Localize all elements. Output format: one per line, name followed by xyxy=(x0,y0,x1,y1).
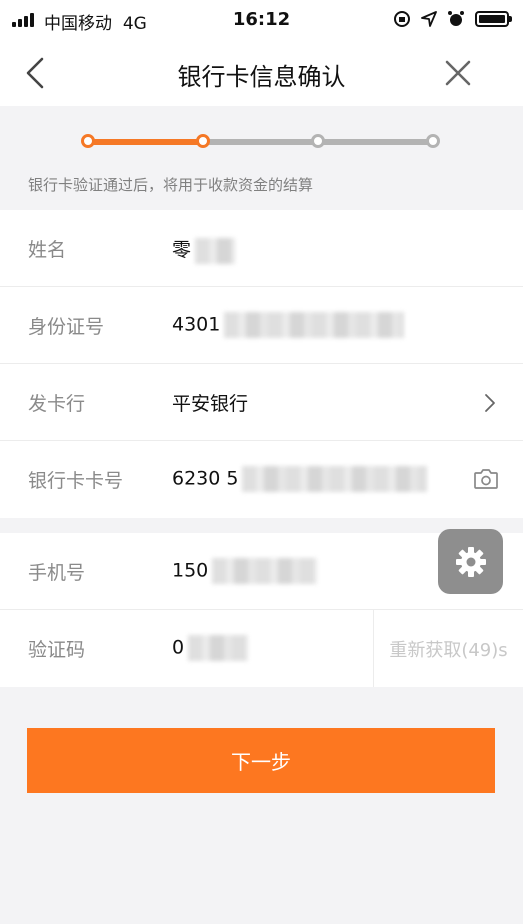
nav-bar: 银行卡信息确认 xyxy=(0,40,523,106)
camera-icon[interactable] xyxy=(473,467,499,491)
row-id-number: 身份证号 4301 xyxy=(0,287,523,364)
id-number-text: 4301 xyxy=(172,313,221,336)
card-number-text: 6230 5 xyxy=(172,467,239,490)
orientation-lock-icon xyxy=(394,11,410,27)
row-issuing-bank[interactable]: 发卡行 平安银行 xyxy=(0,364,523,441)
card-number-label: 银行卡卡号 xyxy=(28,470,124,492)
verify-code-input[interactable]: 0 xyxy=(172,635,249,661)
masked-text xyxy=(242,466,428,492)
name-text: 零 xyxy=(172,239,192,261)
phone-text: 150 xyxy=(172,559,209,582)
progress-hint: 银行卡验证通过后，将用于收款资金的结算 xyxy=(28,176,314,194)
masked-text xyxy=(212,558,318,584)
masked-text xyxy=(195,237,236,264)
step-dot-2 xyxy=(196,134,210,148)
verify-code-text: 0 xyxy=(172,636,185,659)
card-number-value[interactable]: 6230 5 xyxy=(172,466,428,492)
battery-icon xyxy=(475,11,512,27)
status-icons xyxy=(393,10,512,28)
close-icon[interactable] xyxy=(443,58,473,88)
id-number-value: 4301 xyxy=(172,312,405,338)
progress-track xyxy=(88,139,433,145)
gear-icon xyxy=(455,546,486,577)
phone-value[interactable]: 150 xyxy=(172,558,318,584)
location-icon xyxy=(421,11,437,27)
id-number-label: 身份证号 xyxy=(28,316,105,338)
chevron-left-icon[interactable] xyxy=(22,56,52,90)
progress-fill xyxy=(88,139,203,145)
name-label: 姓名 xyxy=(28,239,67,261)
alarm-icon xyxy=(448,11,464,26)
issuing-bank-value: 平安银行 xyxy=(172,393,249,415)
phone-label: 手机号 xyxy=(28,562,86,584)
next-step-button[interactable]: 下一步 xyxy=(27,728,495,793)
form-card-info: 姓名 零 身份证号 4301 发卡行 平安银行 银行卡卡号 6230 5 xyxy=(0,210,523,518)
row-verify-code: 验证码 0 重新获取(49)s xyxy=(0,610,523,687)
name-value: 零 xyxy=(172,235,236,264)
issuing-bank-label: 发卡行 xyxy=(28,393,86,415)
step-dot-1 xyxy=(81,134,95,148)
resend-code-button[interactable]: 重新获取(49)s xyxy=(373,610,523,687)
row-card-number: 银行卡卡号 6230 5 xyxy=(0,441,523,518)
masked-text xyxy=(188,635,249,661)
masked-text xyxy=(224,312,405,338)
chevron-right-icon[interactable] xyxy=(483,393,497,413)
step-dot-3 xyxy=(311,134,325,148)
row-name: 姓名 零 xyxy=(0,210,523,287)
progress-section: 银行卡验证通过后，将用于收款资金的结算 xyxy=(0,106,523,210)
step-dot-4 xyxy=(426,134,440,148)
floating-settings-button[interactable] xyxy=(438,529,503,594)
verify-code-label: 验证码 xyxy=(28,639,86,661)
status-bar: 中国移动 4G 16:12 xyxy=(0,0,523,40)
